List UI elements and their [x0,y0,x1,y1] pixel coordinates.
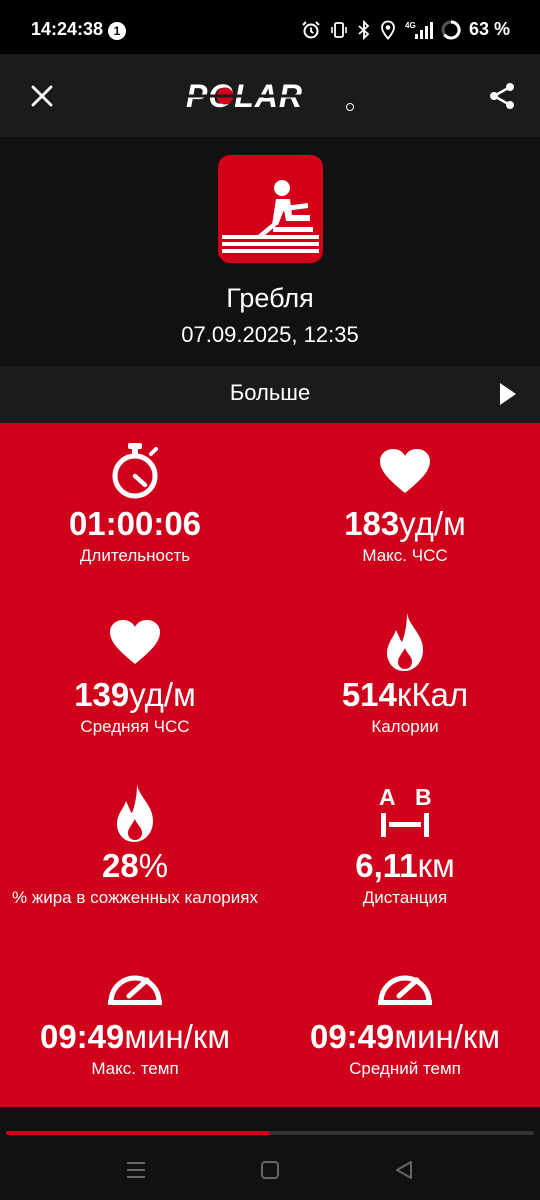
stat-value: 139уд/м [74,676,196,713]
close-button[interactable] [22,76,62,116]
home-button[interactable] [255,1155,285,1185]
share-icon [490,83,514,109]
alarm-icon [302,20,320,38]
bluetooth-icon [358,19,370,40]
notification-badge: 1 [108,22,126,40]
training-date: 07.09.2025, 12:35 [181,322,359,347]
sport-name: Гребля [226,283,314,313]
share-button[interactable] [482,76,522,116]
close-icon [31,85,53,107]
stat-value: 183уд/м [344,505,466,542]
rowing-icon [222,180,319,253]
status-time: 14:24:38 [31,19,104,39]
recents-button[interactable] [121,1155,151,1185]
signal-4g-icon: 4G [405,21,433,39]
stat-label: Макс. ЧСС [362,546,448,565]
stat-value: 09:49мин/км [309,1018,501,1055]
stat-label: Длительность [79,546,191,565]
stopwatch-icon [112,443,158,499]
stat-label: Дистанция [362,888,448,907]
heart-icon [380,449,430,493]
play-arrow-icon [500,383,516,405]
distance-ab-icon: A B [379,784,432,837]
stat-max-pace: 09:49мин/км Макс. темп [0,954,270,1080]
location-icon [381,20,395,40]
stat-calories: 514кКал Калории [270,612,540,738]
battery-percent: 63 % [468,19,510,39]
rowing-sport-icon [218,155,323,263]
flame-icon [117,784,153,842]
speedometer-icon [378,975,432,1005]
stat-label: Калории [371,717,439,736]
stat-duration: 01:00:06 Длительность [0,441,270,567]
stat-value: 6,11км [355,847,455,884]
back-icon [396,1161,412,1179]
stat-label: Средний темп [349,1059,461,1078]
stat-value: 514кКал [341,676,469,713]
network-type: 4G [405,21,416,30]
speedometer-icon [108,975,162,1005]
stat-avg-pace: 09:49мин/км Средний темп [270,954,540,1080]
stat-distance: A B 6,11км Дистанция [270,783,540,909]
status-icons: 4G 63 % [301,19,510,40]
back-button[interactable] [389,1155,419,1185]
more-button[interactable]: Больше [0,366,540,423]
heart-icon [110,620,160,664]
stat-max-hr: 183уд/м Макс. ЧСС [270,441,540,567]
stat-avg-hr: 139уд/м Средняя ЧСС [0,612,270,738]
training-stats: 01:00:06 Длительность 183уд/м Макс. ЧСС … [0,423,540,1107]
distance-a-letter: A [379,784,396,810]
stat-label: Средняя ЧСС [80,717,190,736]
page-progress-fill [6,1131,270,1135]
page-indicator-strip [0,1107,540,1137]
page-progress-track [6,1131,534,1135]
stat-value: 09:49мин/км [39,1018,231,1055]
app-bar: POLAR [0,54,540,137]
stat-fat-burn: 28% % жира в сожженных калориях [0,783,270,909]
more-label: Больше [229,380,311,405]
battery-ring-icon [441,19,461,39]
status-bar: 14:24:38 1 4G 63 % [0,0,540,54]
stat-value: 01:00:06 [68,505,202,542]
home-icon [261,1161,279,1179]
stat-value: 28% [101,847,169,884]
recents-icon [127,1162,145,1178]
vibrate-icon [331,21,347,38]
system-nav-bar [0,1137,540,1200]
distance-b-letter: B [415,784,432,810]
flame-icon [387,613,423,671]
polar-logo: POLAR [184,78,354,114]
stat-label: Макс. темп [91,1059,179,1078]
stat-label: % жира в сожженных калориях [12,888,258,907]
training-header: Гребля 07.09.2025, 12:35 [0,137,540,366]
